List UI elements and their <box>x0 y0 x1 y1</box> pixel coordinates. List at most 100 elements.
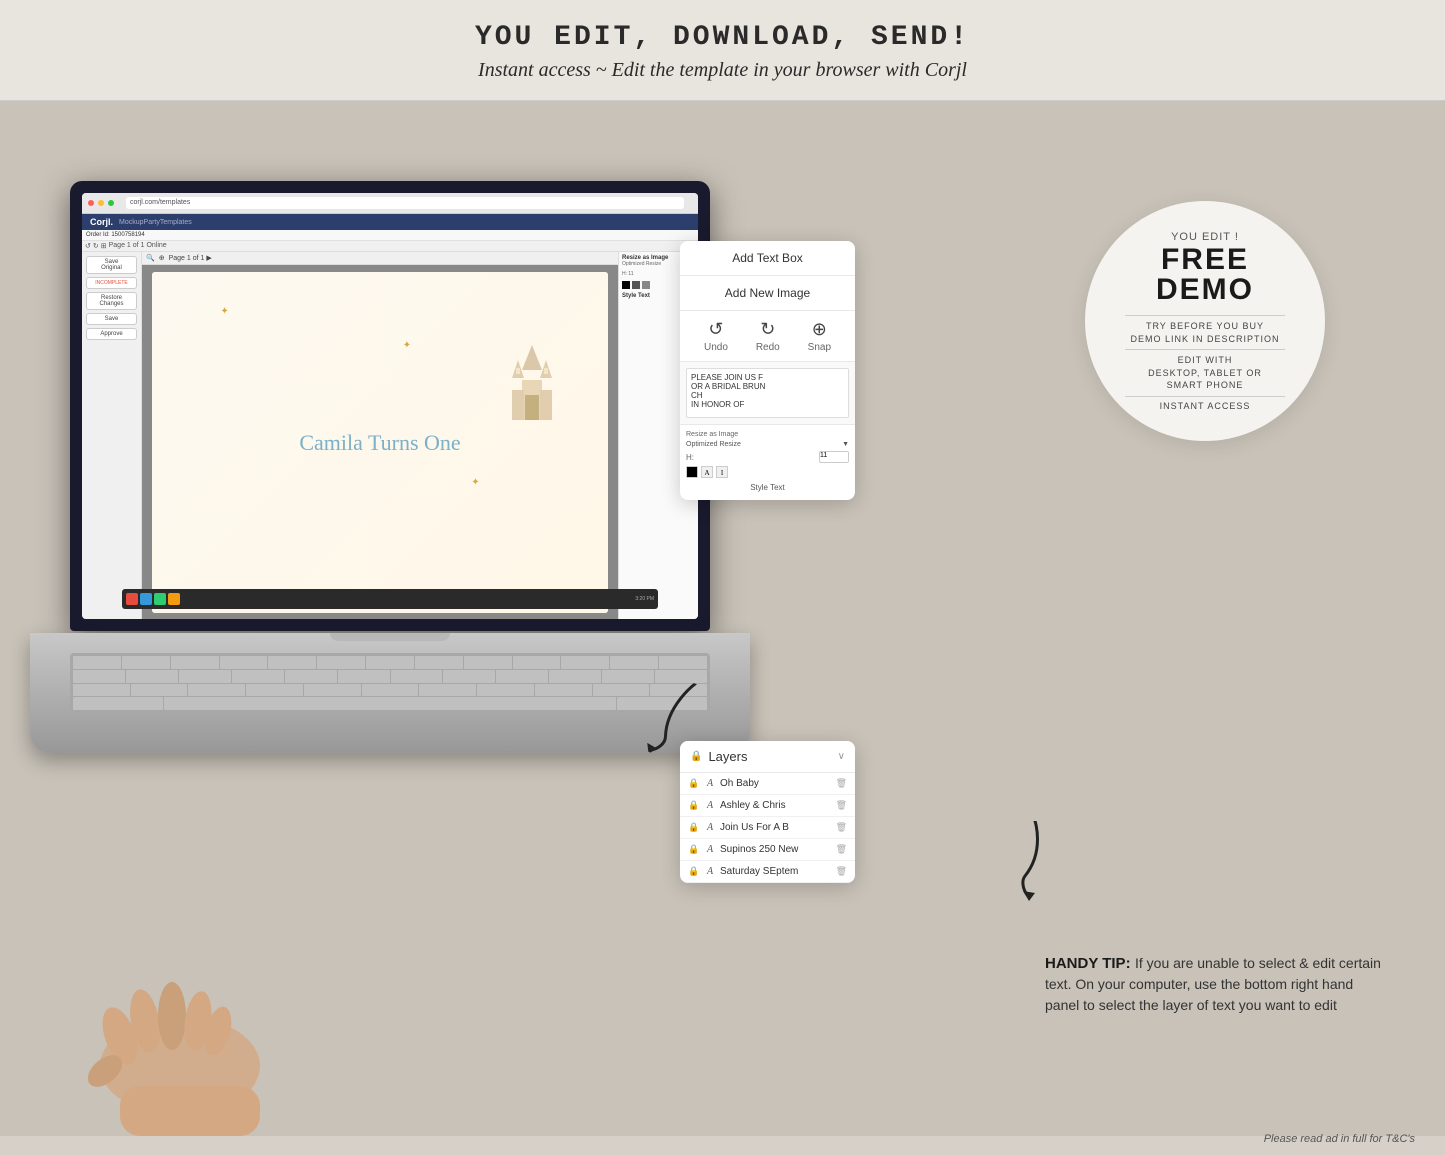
snap-tool[interactable]: ⊕ Snap <box>808 319 831 353</box>
demo-instant: INSTANT ACCESS <box>1160 401 1251 411</box>
layer-lock-5: 🔒 <box>688 866 700 877</box>
canvas-zoom: 🔍 <box>146 254 155 262</box>
key <box>73 684 130 697</box>
key <box>179 670 231 683</box>
footer: Please read ad in full for T&C's <box>1264 1133 1415 1145</box>
deco-star-3: ✦ <box>471 477 479 488</box>
key <box>73 656 121 669</box>
sidebar-save: SaveOriginal <box>86 256 137 274</box>
redo-label: Redo <box>756 342 780 353</box>
key <box>610 656 658 669</box>
browser-chrome: corjl.com/templates <box>82 193 698 214</box>
key <box>593 684 650 697</box>
key <box>366 656 414 669</box>
corjl-main: SaveOriginal INCOMPLETE RestoreChanges S… <box>82 252 698 619</box>
canvas-page: Page 1 of 1 ▶ <box>169 254 212 262</box>
tool-reset: ↺ <box>85 242 91 250</box>
snap-label: Snap <box>808 342 831 353</box>
order-info: Order Id: 1500758194 <box>82 230 698 241</box>
layer-name-join-us: Join Us For A B <box>720 822 832 833</box>
key <box>549 670 601 683</box>
browser-dot-red <box>88 200 94 206</box>
keyboard-row-1 <box>73 656 707 669</box>
browser-dot-green <box>108 200 114 206</box>
italic-btn[interactable]: I <box>716 466 728 478</box>
layer-a-5: A <box>704 866 716 877</box>
text-editor-content: PLEASE JOIN US FOR A BRIDAL BRUNCHIN HON… <box>686 368 849 418</box>
layer-item-ashley-chris[interactable]: 🔒 A Ashley & Chris 🗑 <box>680 795 855 817</box>
key <box>268 656 316 669</box>
corjl-nav-item: MockupPartyTemplates <box>119 219 192 226</box>
undo-tool[interactable]: ↺ Undo <box>704 319 728 353</box>
layer-item-saturday[interactable]: 🔒 A Saturday SEptem 🗑 <box>680 861 855 883</box>
key <box>496 670 548 683</box>
corjl-canvas-area: 🔍 ⊕ Page 1 of 1 ▶ ✦ ✦ ✦ <box>142 252 618 619</box>
redo-tool[interactable]: ↻ Redo <box>756 319 780 353</box>
keyboard-row-2 <box>73 670 707 683</box>
tool-link: ⊞ <box>101 242 107 250</box>
key <box>188 684 245 697</box>
castle-illustration <box>502 340 562 420</box>
sidebar-incomplete: INCOMPLETE <box>86 277 137 289</box>
key <box>73 670 125 683</box>
layer-delete-1[interactable]: 🗑 <box>836 778 847 789</box>
demo-free: FREE <box>1161 245 1249 275</box>
demo-devices: DESKTOP, TABLET OR <box>1148 368 1262 378</box>
layer-item-join-us[interactable]: 🔒 A Join Us For A B 🗑 <box>680 817 855 839</box>
height-input[interactable]: 11 <box>819 451 849 463</box>
key <box>171 656 219 669</box>
sidebar-download: Save <box>86 313 137 325</box>
key <box>602 670 654 683</box>
layer-name-oh-baby: Oh Baby <box>720 778 832 789</box>
demo-try-line1: TRY BEFORE YOU BUY <box>1146 321 1264 331</box>
resize-label: Resize as Image <box>686 431 849 438</box>
key <box>362 684 419 697</box>
taskbar-icon-1 <box>126 593 138 605</box>
arrow-handy-icon <box>985 821 1055 906</box>
panel-settings: Resize as Image Optimized Resize ▼ H: 11… <box>680 425 855 500</box>
handy-tip-bold: HANDY TIP: <box>1045 955 1131 972</box>
keyboard-row-4 <box>73 697 707 710</box>
color-swatch-black[interactable] <box>686 466 698 478</box>
layer-name-saturday: Saturday SEptem <box>720 866 832 877</box>
layer-delete-4[interactable]: 🗑 <box>836 844 847 855</box>
taskbar-icon-4 <box>168 593 180 605</box>
main-title: YOU EDIT, DOWNLOAD, SEND! <box>0 22 1445 53</box>
taskbar-icon-2 <box>140 593 152 605</box>
laptop-body <box>30 633 750 753</box>
demo-edit-with: EDIT WITH DESKTOP, TABLET OR SMART PHONE <box>1148 354 1262 392</box>
add-text-box-btn[interactable]: Add Text Box <box>680 241 855 276</box>
layers-header: 🔒 Layers ∨ <box>680 741 855 773</box>
style-text-label: Style Text <box>686 481 849 494</box>
height-row: H: 11 <box>686 451 849 463</box>
layer-delete-3[interactable]: 🗑 <box>836 822 847 833</box>
layer-item-oh-baby[interactable]: 🔒 A Oh Baby 🗑 <box>680 773 855 795</box>
key <box>464 656 512 669</box>
key <box>304 684 361 697</box>
layer-item-supinos[interactable]: 🔒 A Supinos 250 New 🗑 <box>680 839 855 861</box>
layer-name-ashley-chris: Ashley & Chris <box>720 800 832 811</box>
layer-delete-2[interactable]: 🗑 <box>836 800 847 811</box>
demo-demo: DEMO <box>1156 275 1254 305</box>
layer-a-4: A <box>704 844 716 855</box>
key <box>317 656 365 669</box>
footer-text: Please read ad in full for T&C's <box>1264 1133 1415 1145</box>
laptop-screen-inner: corjl.com/templates Corjl. MockupPartyTe… <box>82 193 698 619</box>
sub-title: Instant access ~ Edit the template in yo… <box>0 59 1445 82</box>
layer-delete-5[interactable]: 🗑 <box>836 866 847 877</box>
color-black <box>622 281 630 289</box>
main-area: corjl.com/templates Corjl. MockupPartyTe… <box>0 101 1445 1136</box>
add-image-btn[interactable]: Add New Image <box>680 276 855 311</box>
bold-btn[interactable]: A <box>701 466 713 478</box>
key <box>220 656 268 669</box>
demo-edit-with-label: EDIT WITH <box>1178 355 1233 365</box>
demo-divider-2 <box>1125 349 1285 350</box>
laptop-notch <box>330 633 450 641</box>
hand-overlay <box>60 886 360 1136</box>
layer-a-3: A <box>704 822 716 833</box>
corjl-logo: Corjl. <box>90 217 113 227</box>
layer-a-1: A <box>704 778 716 789</box>
key <box>73 697 163 710</box>
panel-toolbar: ↺ Undo ↻ Redo ⊕ Snap <box>680 311 855 362</box>
demo-you-edit: YOU EDIT ! <box>1171 231 1239 243</box>
